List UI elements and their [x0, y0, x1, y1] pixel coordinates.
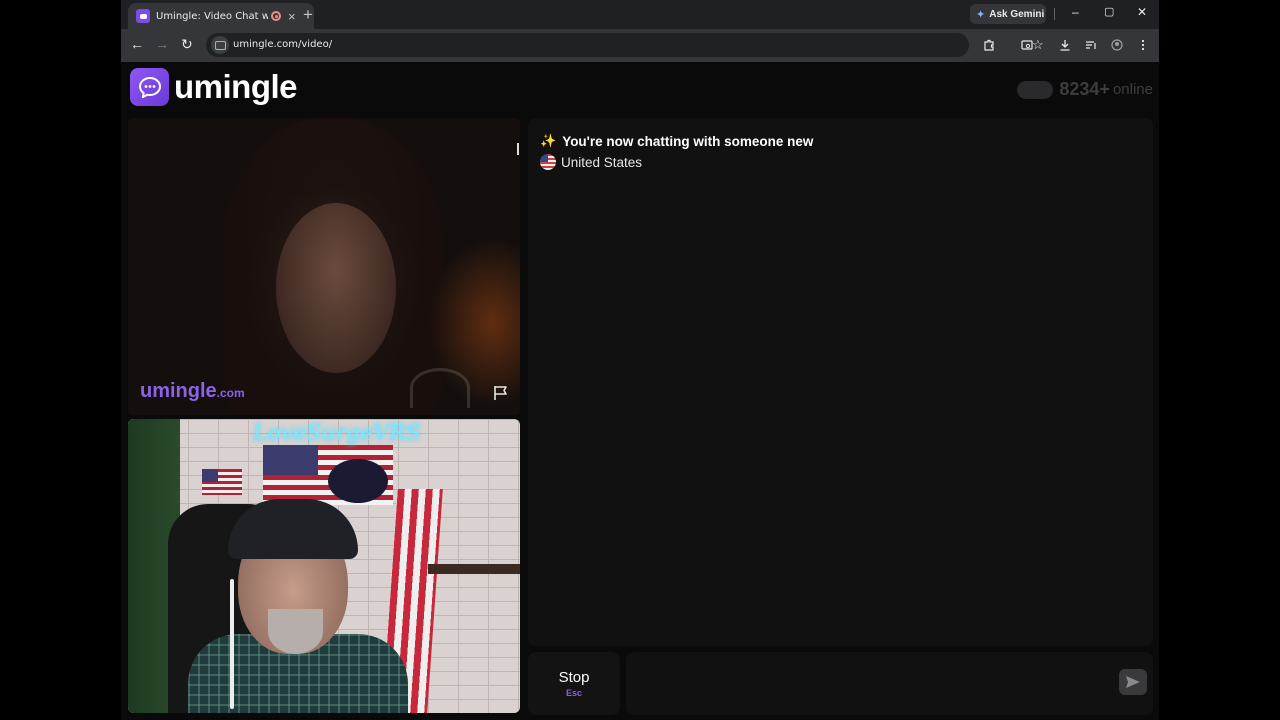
url-text: umingle.com/video/ — [233, 39, 333, 50]
send-button[interactable] — [1119, 669, 1147, 695]
ask-gemini-button[interactable]: ✦ Ask Gemini — [970, 4, 1046, 24]
umingle-favicon-icon — [136, 9, 150, 23]
ask-gemini-label: Ask Gemini — [989, 8, 1045, 20]
chat-country-line: United States — [540, 154, 642, 170]
tab-title: Umingle: Video Chat with St — [156, 10, 268, 22]
watermark-main: umingle — [140, 380, 217, 402]
browser-window: Umingle: Video Chat with St × + ✦ Ask Ge… — [121, 0, 1159, 720]
earbud-cable — [230, 579, 234, 709]
stop-button[interactable]: Stop Esc — [528, 652, 620, 715]
online-toggle[interactable] — [1017, 80, 1054, 99]
umingle-logo[interactable]: umingle — [130, 68, 298, 106]
stranger-face — [276, 203, 396, 373]
self-video: LoveSurgeVRS — [128, 419, 520, 713]
extensions-puzzle-icon[interactable] — [983, 39, 995, 51]
browser-toolbar: ← → ↻ umingle.com/video/ ☆ — [121, 29, 1159, 62]
status-text: You're now chatting with someone new — [562, 133, 814, 149]
online-count: 8234+ — [1059, 79, 1110, 99]
gemini-sparkle-icon: ✦ — [976, 8, 986, 21]
logo-wordmark: umingle — [174, 68, 298, 105]
send-arrow-icon — [1126, 676, 1140, 688]
chat-panel: ✨ You're now chatting with someone new U… — [528, 118, 1153, 646]
user-beard — [268, 609, 323, 654]
online-label: online — [1112, 81, 1153, 98]
stranger-video: umingle.com — [128, 118, 520, 415]
message-input[interactable] — [626, 652, 1153, 715]
umingle-page: umingle 8234+ online umingle.com LoveSur… — [121, 62, 1159, 720]
browser-tab-umingle[interactable]: Umingle: Video Chat with St × — [128, 3, 314, 29]
chat-status-message: ✨ You're now chatting with someone new — [540, 133, 813, 149]
tab-strip: Umingle: Video Chat with St × + ✦ Ask Ge… — [121, 0, 1159, 29]
online-counter: 8234+ online — [1017, 79, 1153, 100]
new-tab-button[interactable]: + — [303, 6, 313, 23]
download-icon[interactable] — [1059, 39, 1071, 51]
sparkle-icon: ✨ — [540, 133, 557, 148]
country-text: United States — [561, 154, 643, 170]
spider-decoration — [328, 459, 388, 503]
us-flag-icon — [540, 154, 556, 170]
stop-label: Stop — [558, 669, 590, 686]
recording-indicator-icon — [271, 11, 281, 21]
media-controls-icon[interactable] — [1085, 39, 1097, 51]
stop-shortcut: Esc — [565, 688, 582, 698]
watermark-suffix: .com — [216, 386, 245, 400]
profile-icon[interactable] — [1111, 39, 1123, 51]
loading-arc — [410, 368, 470, 408]
address-bar[interactable]: umingle.com/video/ ☆ — [206, 33, 1044, 57]
video-watermark: umingle.com — [140, 380, 245, 403]
maximize-window-button[interactable]: ▢ — [1104, 7, 1114, 18]
close-window-button[interactable]: ✕ — [1137, 6, 1147, 18]
browser-menu-icon[interactable] — [1137, 39, 1149, 51]
neon-sign: LoveSurgeVRS — [253, 421, 421, 446]
forward-button[interactable]: → — [155, 37, 169, 51]
report-flag-icon[interactable] — [492, 384, 510, 402]
wall-shelf — [428, 564, 520, 574]
reload-button[interactable]: ↻ — [181, 37, 193, 51]
text-cursor-icon — [517, 143, 519, 155]
chat-bubble-logo-icon — [130, 68, 169, 106]
minimize-window-button[interactable]: – — [1072, 6, 1079, 18]
bookmark-star-icon[interactable]: ☆ — [1032, 38, 1044, 51]
tab-search-icon[interactable] — [1021, 39, 1033, 51]
small-us-flag — [202, 469, 242, 495]
tab-close-icon[interactable]: × — [288, 10, 296, 23]
back-button[interactable]: ← — [130, 37, 144, 51]
site-info-icon[interactable] — [211, 36, 229, 54]
tabstrip-divider — [1054, 8, 1055, 20]
